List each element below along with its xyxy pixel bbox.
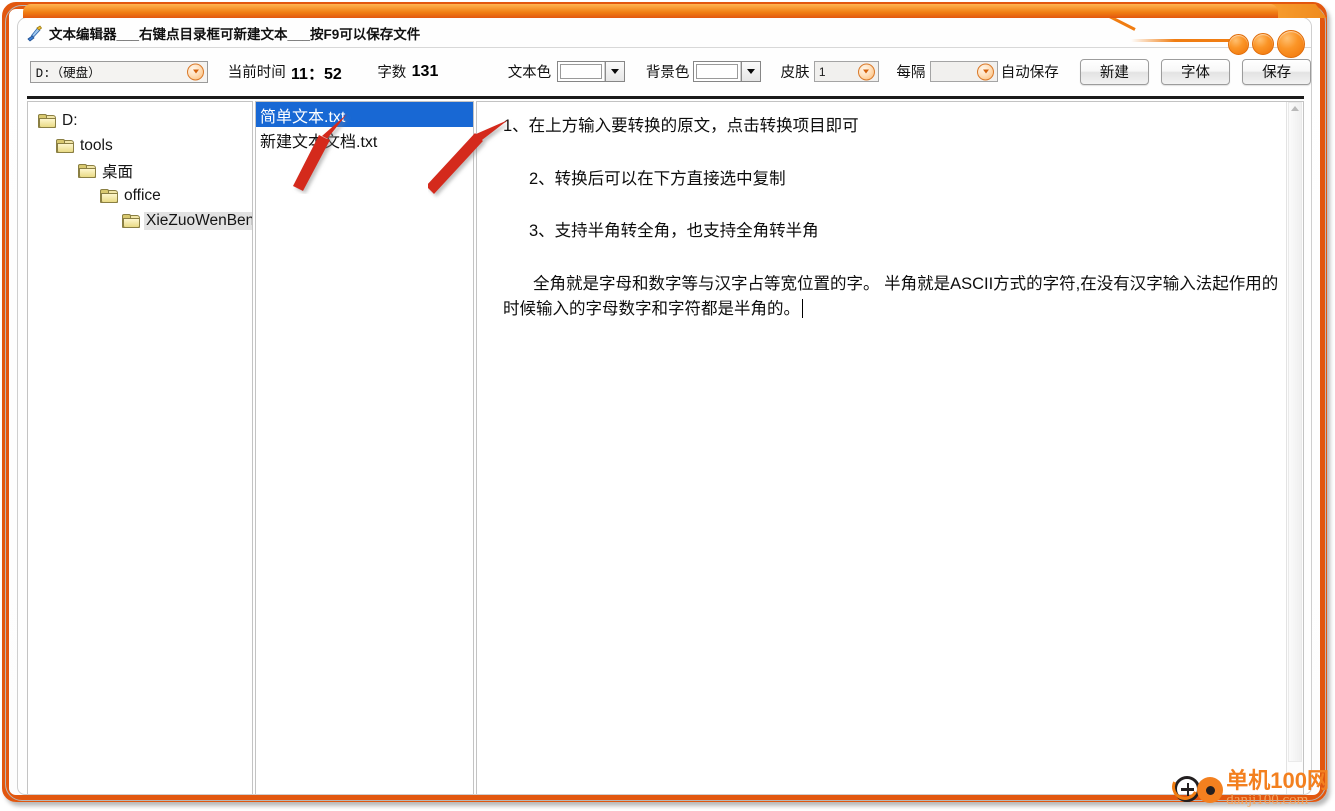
folder-icon: [78, 164, 96, 178]
editor-line-1: 1、在上方输入要转换的原文，点击转换项目即可: [503, 117, 859, 135]
text-editor-content[interactable]: 1、在上方输入要转换的原文，点击转换项目即可 2、转换后可以在下方直接选中复制 …: [477, 102, 1303, 323]
skin-input[interactable]: 1: [813, 61, 879, 82]
scroll-up-icon[interactable]: [1291, 106, 1299, 111]
tree-node-drive[interactable]: D:: [34, 108, 252, 133]
tree-node-label: tools: [80, 136, 113, 154]
current-time-value: 11：52: [291, 65, 342, 83]
folder-tree-panel[interactable]: D: tools 桌面 office XieZuoWenBen: [27, 101, 253, 794]
editor-line-3: 3、支持半角转全角，也支持全角转半角: [529, 222, 819, 241]
maximize-button[interactable]: [1252, 33, 1274, 55]
font-button[interactable]: 字体: [1161, 58, 1230, 85]
text-editor-panel[interactable]: 1、在上方输入要转换的原文，点击转换项目即可 2、转换后可以在下方直接选中复制 …: [476, 101, 1304, 794]
folder-icon: [100, 189, 118, 203]
drive-select[interactable]: D:（硬盘）: [29, 60, 209, 83]
tree-node-office[interactable]: office: [34, 183, 252, 208]
chevron-down-icon[interactable]: [740, 62, 760, 81]
tree-node-label: office: [124, 186, 161, 204]
drive-select-value: D:（硬盘）: [35, 67, 101, 81]
text-color-swatch: [557, 62, 605, 81]
window-title: 文本编辑器___右键点目录框可新建文本___按F9可以保存文件: [49, 26, 421, 42]
editor-paragraph: 全角就是字母和数字等与汉字占等宽位置的字。 半角就是ASCII方式的字符,在没有…: [503, 272, 1283, 323]
watermark-text: 单机100网 danji100.com: [1226, 770, 1329, 808]
file-list: 简单文本.txt 新建文本文档.txt: [256, 102, 473, 152]
minimize-button[interactable]: [1228, 33, 1249, 55]
window-skin-line: [1131, 39, 1241, 42]
watermark: 单机100网 danji100.com: [1168, 769, 1329, 809]
tree-node-label: 桌面: [102, 163, 134, 181]
folder-icon: [56, 139, 74, 153]
skin-label: 皮肤: [780, 65, 810, 81]
chevron-down-icon[interactable]: [187, 63, 205, 80]
watermark-logo-icon: [1168, 769, 1226, 809]
list-item[interactable]: 简单文本.txt: [256, 102, 473, 127]
chevron-down-icon[interactable]: [604, 62, 624, 81]
watermark-url: danji100.com: [1226, 792, 1309, 808]
folder-tree: D: tools 桌面 office XieZuoWenBen: [28, 102, 252, 233]
list-item[interactable]: 新建文本文档.txt: [256, 127, 473, 152]
tree-node-label: D:: [62, 111, 78, 129]
app-root: 文本编辑器___右键点目录框可新建文本___按F9可以保存文件 D:（硬盘） 当…: [0, 0, 1335, 811]
file-list-panel[interactable]: 简单文本.txt 新建文本文档.txt: [255, 101, 474, 794]
window-skin-strip: [23, 4, 1278, 18]
text-color-label: 文本色: [507, 65, 552, 81]
tree-node-desktop[interactable]: 桌面: [34, 158, 252, 183]
background-color-picker[interactable]: [692, 61, 761, 82]
scrollbar-thumb[interactable]: [1288, 102, 1302, 762]
window-client: 文本编辑器___右键点目录框可新建文本___按F9可以保存文件 D:（硬盘） 当…: [17, 17, 1312, 795]
skin-value: 1: [818, 64, 826, 79]
word-count-value: 131: [411, 62, 439, 80]
tree-node-xiezuowenben[interactable]: XieZuoWenBen: [34, 208, 252, 233]
editor-paragraph-text: 全角就是字母和数字等与汉字占等宽位置的字。 半角就是ASCII方式的字符,在没有…: [503, 274, 1279, 319]
window-frame: 文本编辑器___右键点目录框可新建文本___按F9可以保存文件 D:（硬盘） 当…: [2, 2, 1327, 802]
file-name: 简单文本.txt: [260, 108, 346, 126]
text-color-picker[interactable]: [556, 61, 625, 82]
folder-icon: [38, 114, 56, 128]
interval-label: 每隔: [896, 65, 926, 81]
window-controls: [1228, 30, 1305, 58]
editor-line-2: 2、转换后可以在下方直接选中复制: [529, 169, 786, 188]
vertical-scrollbar[interactable]: [1286, 102, 1303, 794]
chevron-down-icon[interactable]: [857, 63, 875, 80]
autosave-label: 自动保存: [1000, 65, 1059, 81]
main-panes: D: tools 桌面 office XieZuoWenBen 简单文本.txt…: [27, 101, 1304, 794]
tree-node-tools[interactable]: tools: [34, 133, 252, 158]
toolbar: D:（硬盘） 当前时间 11：52 字数 131 文本色 背景色 皮肤 1 每隔…: [18, 49, 1311, 94]
tree-node-label: XieZuoWenBen: [144, 211, 252, 230]
current-time-label: 当前时间: [227, 65, 286, 81]
interval-input[interactable]: [929, 61, 999, 82]
toolbar-divider: [27, 96, 1304, 99]
chevron-down-icon[interactable]: [977, 63, 995, 80]
folder-icon: [122, 214, 140, 228]
save-button[interactable]: 保存: [1242, 58, 1311, 85]
watermark-title: 单机100网: [1226, 768, 1329, 793]
background-color-label: 背景色: [645, 65, 690, 81]
text-caret: [802, 299, 803, 319]
file-name: 新建文本文档.txt: [260, 133, 378, 151]
word-count-label: 字数: [377, 65, 407, 81]
new-button[interactable]: 新建: [1080, 58, 1149, 85]
brush-icon: [25, 24, 43, 42]
close-button[interactable]: [1277, 30, 1305, 58]
background-color-swatch: [693, 62, 741, 81]
